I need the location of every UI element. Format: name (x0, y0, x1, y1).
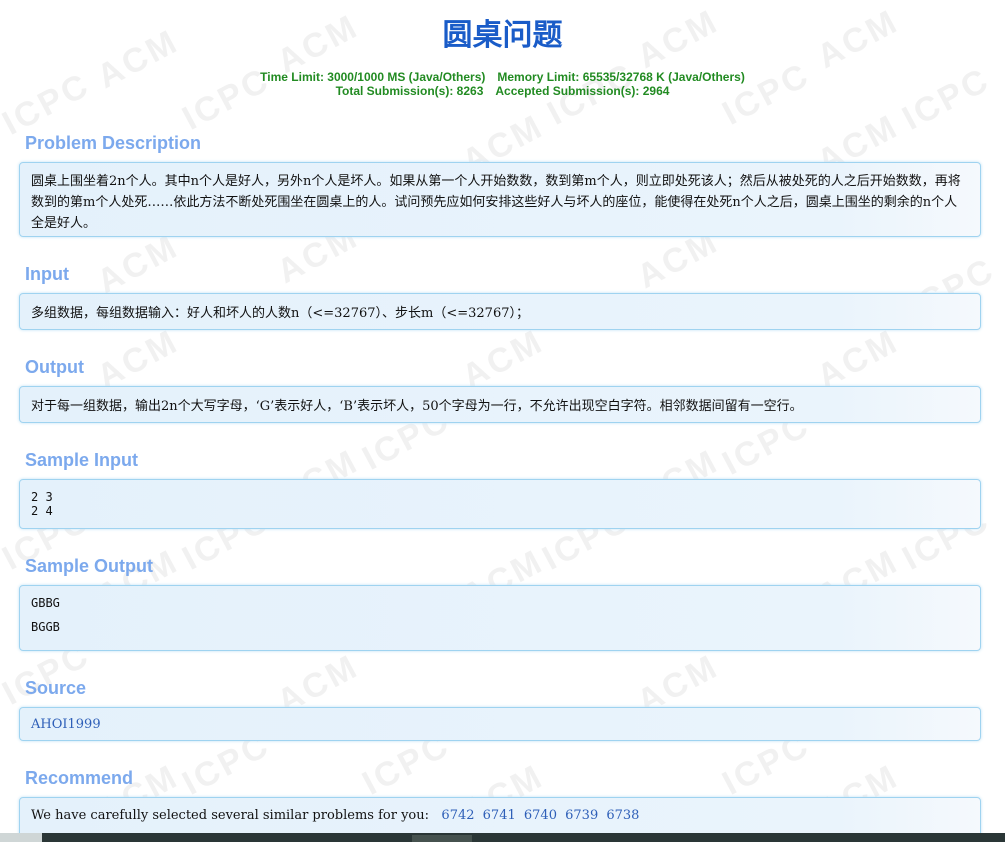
sample-output-heading: Sample Output (25, 556, 154, 576)
time-limit: Time Limit: 3000/1000 MS (Java/Others) (260, 70, 486, 84)
total-submissions: Total Submission(s): 8263 (335, 84, 484, 98)
source-panel: AHOI1999 (19, 707, 981, 741)
recommend-text: We have carefully selected several simil… (31, 808, 430, 823)
description-heading: Problem Description (25, 133, 202, 153)
recommend-link[interactable]: 6739 (565, 808, 598, 823)
source-heading: Source (25, 678, 87, 698)
scrollbar-thumb[interactable] (0, 833, 42, 842)
sample-output-panel: GBBG BGGB (19, 585, 981, 651)
output-heading: Output (25, 357, 84, 377)
output-panel: 对于每一组数据，输出2n个大写字母，‘G’表示好人，‘B’表示坏人，50个字母为… (19, 386, 981, 423)
sample-output-text: GBBG BGGB (31, 596, 60, 634)
input-text: 多组数据，每组数据输入：好人和坏人的人数n（<=32767）、步长m（<=327… (31, 306, 529, 321)
recommend-link[interactable]: 6738 (606, 808, 639, 823)
recommend-link[interactable]: 6740 (524, 808, 557, 823)
submissions-line: Total Submission(s): 8263 Accepted Submis… (0, 83, 1005, 99)
scrollbar-track-mark (412, 835, 472, 842)
sample-input-heading: Sample Input (25, 450, 139, 470)
recommend-link[interactable]: 6742 (441, 808, 474, 823)
horizontal-scrollbar[interactable] (0, 833, 1005, 842)
description-text: 圆桌上围坐着2n个人。其中n个人是好人，另外n个人是坏人。如果从第一个人开始数数… (31, 174, 961, 231)
source-link[interactable]: AHOI1999 (31, 717, 101, 732)
input-panel: 多组数据，每组数据输入：好人和坏人的人数n（<=32767）、步长m（<=327… (19, 293, 981, 330)
sample-input-text: 2 3 2 4 (31, 490, 53, 518)
output-text: 对于每一组数据，输出2n个大写字母，‘G’表示好人，‘B’表示坏人，50个字母为… (31, 399, 803, 414)
sample-input-panel: 2 3 2 4 (19, 479, 981, 529)
memory-limit: Memory Limit: 65535/32768 K (Java/Others… (497, 70, 745, 84)
recommend-link[interactable]: 6741 (483, 808, 516, 823)
watermark-text: ACM (90, 226, 186, 302)
input-heading: Input (25, 264, 69, 284)
recommend-heading: Recommend (25, 768, 134, 788)
description-panel: 圆桌上围坐着2n个人。其中n个人是好人，另外n个人是坏人。如果从第一个人开始数数… (19, 162, 981, 237)
accepted-submissions: Accepted Submission(s): 2964 (495, 84, 670, 98)
problem-title: 圆桌问题 (442, 18, 563, 53)
